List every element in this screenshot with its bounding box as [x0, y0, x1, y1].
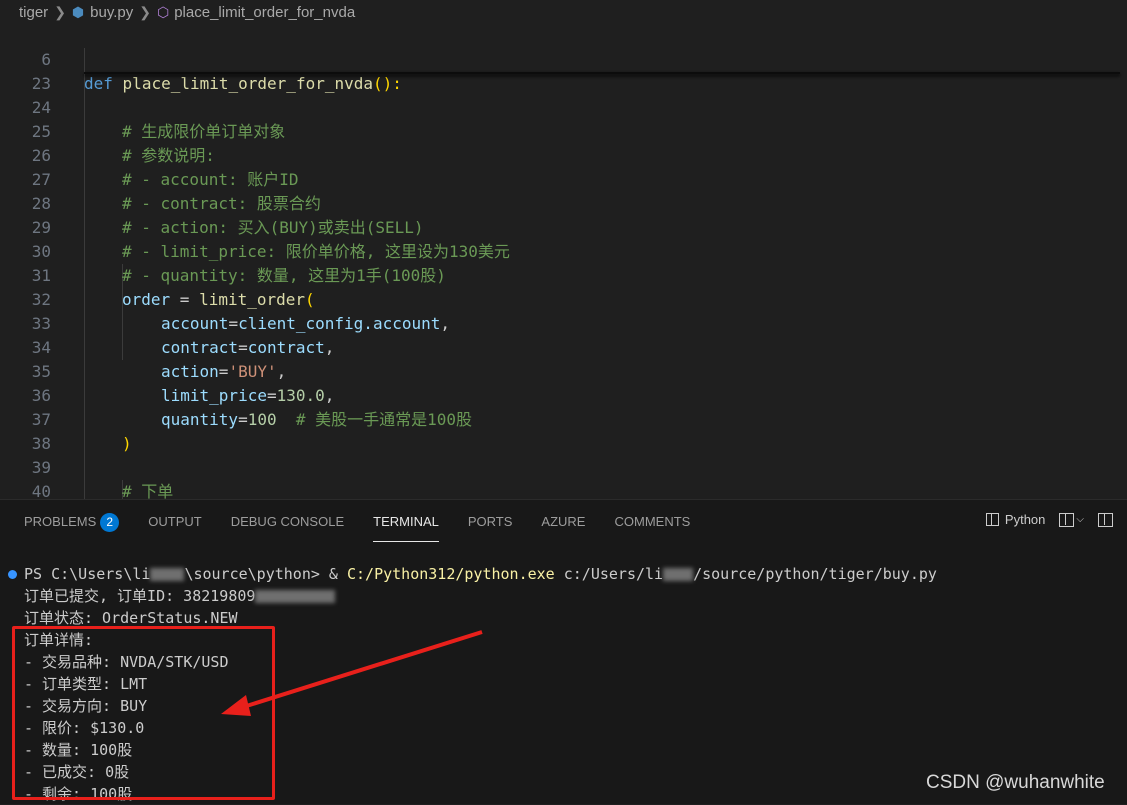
terminal-selector[interactable]: Python — [985, 512, 1046, 527]
split-terminal-button[interactable]: ⌵ — [1059, 512, 1084, 527]
tab-debug-console[interactable]: DEBUG CONSOLE — [231, 512, 344, 536]
tab-problems[interactable]: PROBLEMS 2 — [24, 512, 120, 536]
python-file-icon: ⬢ — [71, 3, 85, 20]
order-submitted-text: 订单已提交, 订单ID: 38219809 — [24, 587, 256, 605]
tab-label: TERMINAL — [373, 514, 439, 529]
code-line[interactable]: 28 # - action: 买入(BUY)或卖出(SELL) — [0, 168, 1127, 237]
terminal-output-line: 订单已提交, 订单ID: 38219809 — [24, 585, 336, 607]
code-line[interactable]: 26 # - account: 账户ID — [0, 120, 1127, 189]
terminal-name: Python — [1004, 512, 1046, 527]
terminal-layout-icon — [985, 513, 999, 526]
code-line[interactable]: 23 — [0, 48, 1127, 93]
code-line[interactable]: 36 quantity=100 # 美股一手通常是100股 — [0, 360, 1127, 429]
problems-badge: 2 — [100, 513, 120, 532]
split-editor-icon[interactable] — [1098, 512, 1113, 527]
code-line[interactable]: 37 ) — [0, 384, 1127, 453]
prompt-text: PS C:\Users\li — [24, 565, 151, 583]
breadcrumb-folder[interactable]: tiger — [19, 4, 48, 21]
annotation-highlight-box — [12, 626, 275, 800]
tab-label: PROBLEMS — [24, 514, 97, 529]
breadcrumb-file[interactable]: buy.py — [90, 4, 133, 21]
watermark-text: CSDN @wuhanwhite — [926, 772, 1105, 793]
panel-tabs: PROBLEMS 2 OUTPUT DEBUG CONSOLE TERMINAL … — [24, 512, 719, 542]
python-executable-path: C:/Python312/python.exe — [347, 565, 555, 583]
code-line[interactable]: 38 — [0, 408, 1127, 453]
panel-actions: Python ⌵ — [985, 512, 1113, 527]
tab-ports[interactable]: PORTS — [468, 512, 513, 536]
script-path: c:/Users/li — [554, 565, 664, 583]
chevron-right-icon: ❯ — [54, 3, 66, 20]
command-status-dot-icon[interactable] — [8, 570, 17, 579]
method-cube-icon: ⬡ — [156, 3, 170, 20]
code-line[interactable]: 25 # 参数说明: — [0, 96, 1127, 165]
code-line[interactable]: 35 limit_price=130.0, — [0, 336, 1127, 405]
redacted-block — [663, 568, 694, 581]
code-line[interactable]: 32 account=client_config.account, — [0, 264, 1127, 333]
code-line[interactable]: 39 # 下单 — [0, 432, 1127, 499]
code-line[interactable]: 27 # - contract: 股票合约 — [0, 144, 1127, 213]
split-icon — [1059, 512, 1075, 527]
breadcrumb: tiger ❯ ⬢ buy.py ❯ ⬡ place_limit_order_f… — [0, 0, 1127, 24]
terminal-command-line: PS C:\Users\li \source\python> & C:/Pytho… — [24, 563, 937, 585]
tab-label: AZURE — [541, 514, 586, 529]
sticky-scroll-line[interactable]: 6 def place_limit_order_for_nvda(): — [0, 24, 1127, 93]
redacted-block — [150, 568, 185, 581]
tab-output[interactable]: OUTPUT — [148, 512, 201, 536]
code-line[interactable]: 41 order_id = trade_client.place_order(o… — [0, 480, 1127, 499]
breadcrumb-symbol[interactable]: place_limit_order_for_nvda — [174, 4, 355, 21]
redacted-block — [255, 590, 336, 603]
chevron-right-icon: ❯ — [139, 3, 151, 20]
tab-comments[interactable]: COMMENTS — [614, 512, 690, 536]
code-line[interactable]: 33 contract=contract, — [0, 288, 1127, 357]
code-line[interactable]: 29 # - limit_price: 限价单价格, 这里设为130美元 — [0, 192, 1127, 261]
code-line[interactable]: 40 try: — [0, 456, 1127, 499]
prompt-text: \source\python> & — [184, 565, 347, 583]
code-line[interactable]: 34 action='BUY', — [0, 312, 1127, 381]
tab-label: PORTS — [467, 514, 513, 529]
tab-terminal[interactable]: TERMINAL — [373, 512, 439, 542]
tab-label: DEBUG CONSOLE — [230, 514, 345, 529]
code-editor[interactable]: 6 def place_limit_order_for_nvda(): 23 2… — [0, 24, 1127, 499]
tab-label: COMMENTS — [614, 514, 691, 529]
code-line[interactable]: 24 # 生成限价单订单对象 — [0, 72, 1127, 141]
tab-azure[interactable]: AZURE — [541, 512, 585, 536]
chevron-down-icon: ⌵ — [1076, 514, 1084, 525]
code-line[interactable]: 31 order = limit_order( — [0, 240, 1127, 309]
code-line[interactable]: 30 # - quantity: 数量, 这里为1手(100股) — [0, 216, 1127, 285]
tab-label: OUTPUT — [148, 514, 202, 529]
script-path: /source/python/tiger/buy.py — [693, 565, 937, 583]
